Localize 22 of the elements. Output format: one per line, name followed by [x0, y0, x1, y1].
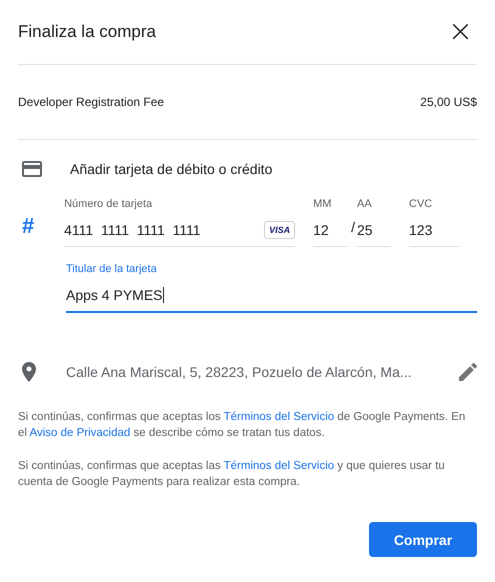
terms-link[interactable]: Términos del Servicio: [224, 411, 334, 423]
cardholder-field[interactable]: Titular de la tarjeta Apps 4 PYMES: [66, 263, 477, 313]
location-pin-icon: [22, 362, 36, 382]
pencil-icon[interactable]: [459, 363, 477, 381]
date-field[interactable]: AA 25: [357, 198, 391, 247]
dialog-title: Finaliza la compra: [18, 22, 156, 42]
date-field[interactable]: MM 12: [313, 198, 348, 247]
buy-button[interactable]: Comprar: [369, 522, 477, 557]
item-price: 25,00 US$: [420, 95, 477, 109]
item-name: Developer Registration Fee: [18, 95, 164, 109]
terms-link[interactable]: Términos del Servicio: [224, 460, 334, 472]
hash-icon: #: [18, 213, 64, 247]
card-heading: Añadir tarjeta de débito o crédito: [70, 161, 272, 177]
close-button[interactable]: ×: [444, 17, 477, 47]
date-separator: /: [351, 219, 355, 235]
credit-card-icon: [22, 161, 42, 177]
cvc-field[interactable]: CVC 123: [409, 198, 459, 247]
card-number-field[interactable]: Número de tarjeta 4111 1111 1111 1111 VISA: [64, 198, 296, 247]
terms-link[interactable]: Aviso de Privacidad: [30, 427, 130, 439]
legal-text: Si continúas, confirmas que aceptas las Términos del Servicio y que quieres usar tu cuenta de Google Payments para realizar esta compra.: [18, 459, 446, 490]
address-text: Calle Ana Mariscal, 5, 28223, Pozuelo de Alarcón, Ma...: [66, 364, 413, 380]
legal-text: Si continúas, confirmas que aceptas los Términos del Servicio de Google Payments. En el Aviso de Privacidad se describe cómo se tratan tus datos.: [18, 410, 466, 441]
